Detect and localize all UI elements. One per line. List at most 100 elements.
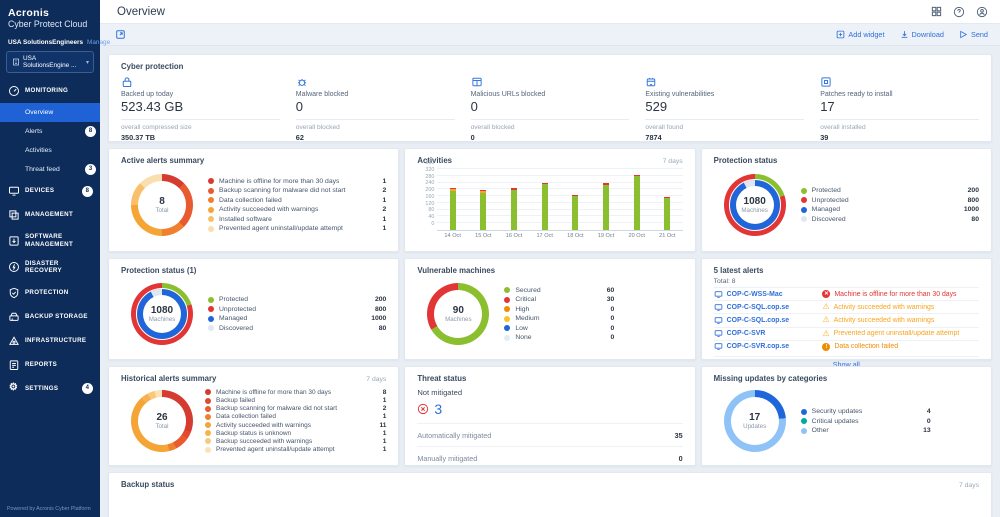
active-alerts-donut[interactable]: 8Total — [131, 174, 193, 236]
legend-label: Secured — [515, 287, 540, 294]
legend-value: 200 — [965, 187, 979, 194]
bar[interactable] — [621, 169, 652, 230]
sidebar-item-software-management[interactable]: SOFTWARE MANAGEMENT — [0, 227, 100, 254]
sidebar-item-monitoring[interactable]: MONITORING — [0, 79, 100, 103]
organization-selector[interactable]: USA SolutionsEngine ... ▾ — [6, 51, 94, 73]
y-axis-tick: 320 — [425, 167, 434, 173]
account-icon[interactable] — [976, 6, 988, 18]
legend-label: Critical — [515, 296, 536, 303]
legend-label: Prevented agent uninstall/update attempt — [216, 446, 335, 453]
sidebar-item-activities[interactable]: Activities — [0, 141, 100, 160]
missing-updates-donut[interactable]: 17Updates — [724, 390, 786, 452]
lock-icon — [121, 76, 280, 88]
device-link[interactable]: COP-C-SVR.cop.se — [727, 343, 789, 350]
sidebar-item-threat-feed[interactable]: Threat feed3 — [0, 160, 100, 179]
donut-total: 90 — [453, 305, 464, 316]
acronis-logo: Acronis Cyber Protect Cloud — [0, 0, 100, 35]
device-link[interactable]: COP-C-SVR — [727, 330, 766, 337]
manage-link[interactable]: Manage — [87, 39, 110, 46]
legend-dot — [504, 287, 510, 293]
bar[interactable] — [437, 169, 468, 230]
alert-message: Machine is offline for more than 30 days — [834, 291, 956, 298]
sidebar-item-settings[interactable]: ⚙ SETTINGS4 — [0, 377, 100, 400]
historical-alerts-donut[interactable]: 26Total — [131, 390, 193, 452]
bar[interactable] — [560, 169, 591, 230]
stat-label: Patches ready to install — [820, 91, 979, 98]
sidebar-item-devices[interactable]: DEVICES8 — [0, 179, 100, 203]
alert-message: Activity succeeded with warnings — [834, 317, 935, 324]
legend-item: Unprotected800 — [801, 197, 979, 204]
alert-row: COP-C-SVR.cop.se!Data collection failed — [714, 340, 979, 353]
bar[interactable] — [591, 169, 622, 230]
expand-icon[interactable] — [115, 29, 126, 40]
x-axis-tick: 19 Oct — [591, 233, 622, 239]
legend-dot — [504, 325, 510, 331]
chart-plot-area: 04080120160200240280320360 — [437, 169, 682, 231]
device-link[interactable]: COP-C-SQL.cop.se — [727, 317, 789, 324]
not-mitigated-label: Not mitigated — [417, 388, 682, 397]
device-link[interactable]: COP-C-SQL.cop.se — [727, 304, 789, 311]
donut-total-label: Total — [155, 207, 168, 214]
gauge-icon — [7, 85, 20, 97]
sidebar-item-backup-storage[interactable]: BACKUP STORAGE — [0, 305, 100, 329]
legend-dot — [208, 178, 214, 184]
legend-label: Other — [812, 427, 829, 434]
donut-total: 1080 — [744, 196, 766, 207]
vulnerable-machines-donut[interactable]: 90Machines — [427, 283, 489, 345]
layers-icon — [7, 209, 20, 221]
vulnerable-machines-legend: Secured60Critical30High0Medium0Low0None0 — [504, 284, 614, 344]
widget-title: Vulnerable machines — [417, 266, 495, 275]
lightning-circle-icon — [7, 261, 20, 273]
widget-title: Protection status (1) — [121, 266, 196, 275]
legend-item: Backup status is unknown1 — [205, 430, 386, 437]
sidebar-item-label: INFRASTRUCTURE — [25, 337, 86, 344]
legend-label: Managed — [219, 315, 247, 322]
widget-cyber-protection: Cyber protection Backed up today 523.43 … — [108, 54, 992, 142]
y-axis-tick: 240 — [425, 180, 434, 186]
activities-bar-chart[interactable]: 0408012016020024028032036014 Oct15 Oct16… — [417, 169, 682, 239]
protection-status-1-legend: Protected200Unprotected800Managed1000Dis… — [208, 294, 386, 335]
download-button[interactable]: Download — [900, 30, 944, 39]
legend-label: Backup succeeded with warnings — [216, 438, 312, 445]
legend-label: Backup status is unknown — [216, 430, 291, 437]
help-icon[interactable] — [953, 6, 965, 18]
legend-item: Low0 — [504, 325, 614, 332]
protection-status-donut[interactable]: 1080Machines — [724, 174, 786, 236]
stat-sub-label: overall compressed size — [121, 124, 280, 131]
add-widget-button[interactable]: Add widget — [836, 30, 884, 39]
device-link[interactable]: COP-C-WSS-Mac — [727, 291, 783, 298]
bar[interactable] — [529, 169, 560, 230]
bar[interactable] — [468, 169, 499, 230]
sidebar-item-overview[interactable]: Overview — [0, 103, 100, 122]
warning-icon: ⚠ — [822, 303, 829, 311]
widget-title: Threat status — [417, 374, 466, 383]
not-mitigated-value: 3 — [434, 401, 442, 417]
protection-status-1-donut[interactable]: 1080Machines — [131, 283, 193, 345]
bar[interactable] — [499, 169, 530, 230]
download-label: Download — [912, 30, 944, 39]
organization-selector-value: USA SolutionsEngine ... — [23, 55, 83, 69]
x-axis-tick: 15 Oct — [468, 233, 499, 239]
warning-icon: ⚠ — [822, 316, 829, 324]
sidebar-item-disaster-recovery[interactable]: DISASTER RECOVERY — [0, 254, 100, 281]
sidebar-item-reports[interactable]: REPORTS — [0, 353, 100, 377]
legend-label: Machine is offline for more than 30 days — [216, 389, 331, 396]
bar[interactable] — [652, 169, 683, 230]
legend-value: 80 — [372, 325, 386, 332]
legend-item: Backup scanning for malware did not star… — [208, 187, 386, 194]
stat-sub-value: 39 — [820, 133, 979, 142]
stat-existing-vulnerabilities: Existing vulnerabilities 529 overall fou… — [645, 76, 820, 142]
legend-value: 13 — [917, 427, 931, 434]
legend-value: 1 — [372, 178, 386, 185]
sidebar-item-alerts[interactable]: Alerts8 — [0, 122, 100, 141]
add-widget-label: Add widget — [848, 30, 884, 39]
device-icon — [714, 316, 723, 325]
legend-value: 80 — [965, 216, 979, 223]
x-axis-tick: 16 Oct — [499, 233, 530, 239]
legend-item: Activity succeeded with warnings11 — [205, 422, 386, 429]
sidebar-item-protection[interactable]: PROTECTION — [0, 281, 100, 305]
sidebar-item-management[interactable]: MANAGEMENT — [0, 203, 100, 227]
apps-grid-icon[interactable] — [931, 6, 942, 17]
send-button[interactable]: Send — [959, 30, 988, 39]
sidebar-item-infrastructure[interactable]: INFRASTRUCTURE — [0, 329, 100, 353]
